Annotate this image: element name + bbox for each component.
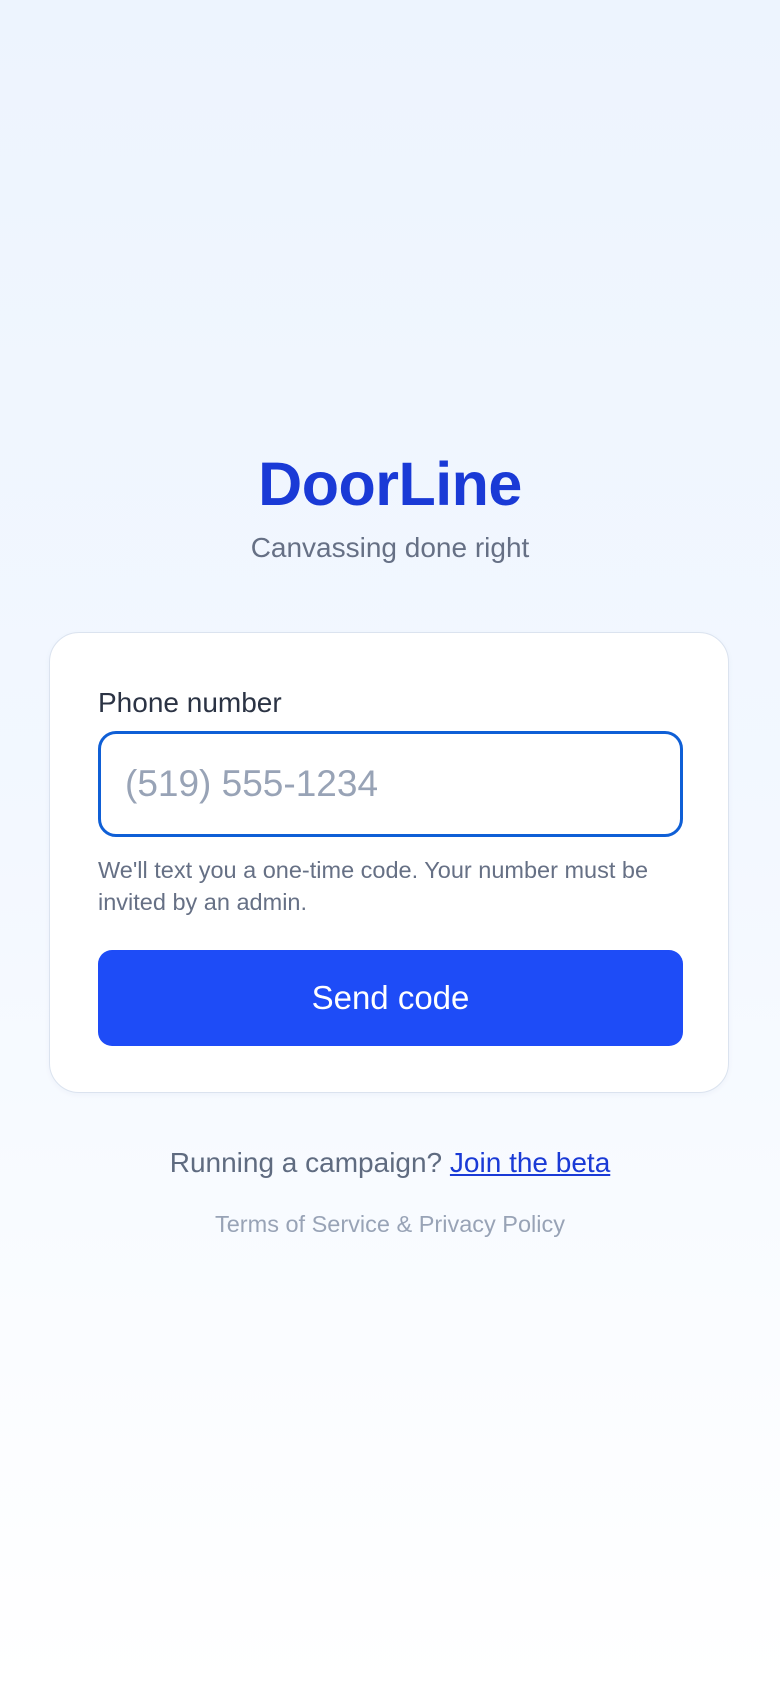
- phone-hint-text: We'll text you a one-time code. Your num…: [98, 857, 649, 915]
- app-tagline: Canvassing done right: [250, 532, 530, 563]
- login-card: Phone number We'll text you a one-time c…: [49, 632, 729, 1093]
- send-code-button[interactable]: Send code: [98, 950, 683, 1046]
- privacy-policy-link[interactable]: Privacy Policy: [419, 1211, 565, 1237]
- phone-number-label: Phone number: [98, 687, 282, 718]
- legal-separator: &: [396, 1211, 413, 1237]
- beta-prompt-text: Running a campaign?: [169, 1147, 443, 1178]
- beta-prompt-line: Running a campaign? Join the beta: [0, 1145, 780, 1181]
- terms-of-service-link[interactable]: Terms of Service: [215, 1211, 390, 1237]
- legal-links: Terms of Service & Privacy Policy: [0, 1208, 780, 1240]
- join-beta-link[interactable]: Join the beta: [450, 1147, 610, 1178]
- app-title: DoorLine: [258, 450, 522, 518]
- phone-number-input[interactable]: [98, 731, 683, 837]
